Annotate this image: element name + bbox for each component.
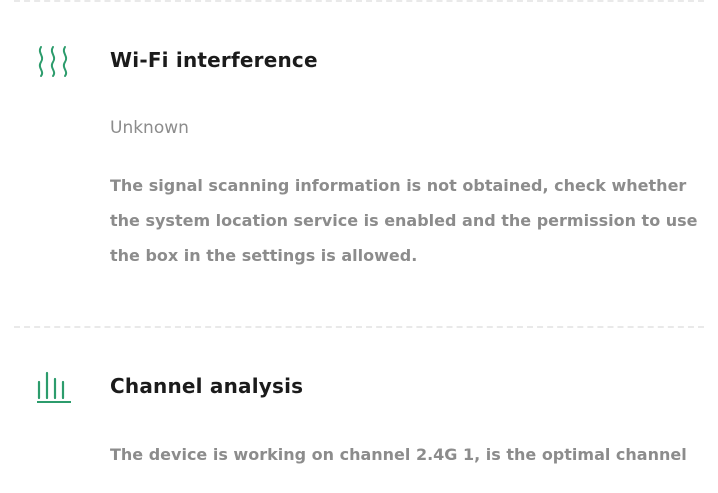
wifi-interference-status: Unknown	[110, 118, 189, 138]
section-title-channel-analysis: Channel analysis	[110, 374, 304, 398]
section-title-wifi-interference: Wi-Fi interference	[110, 48, 318, 72]
channel-analysis-description: The device is working on channel 2.4G 1,…	[110, 445, 687, 464]
section-divider	[14, 326, 704, 328]
wifi-interference-icon	[36, 44, 72, 78]
top-divider	[14, 0, 704, 2]
channel-analysis-icon	[36, 370, 72, 404]
wifi-interference-description: The signal scanning information is not o…	[110, 176, 698, 265]
